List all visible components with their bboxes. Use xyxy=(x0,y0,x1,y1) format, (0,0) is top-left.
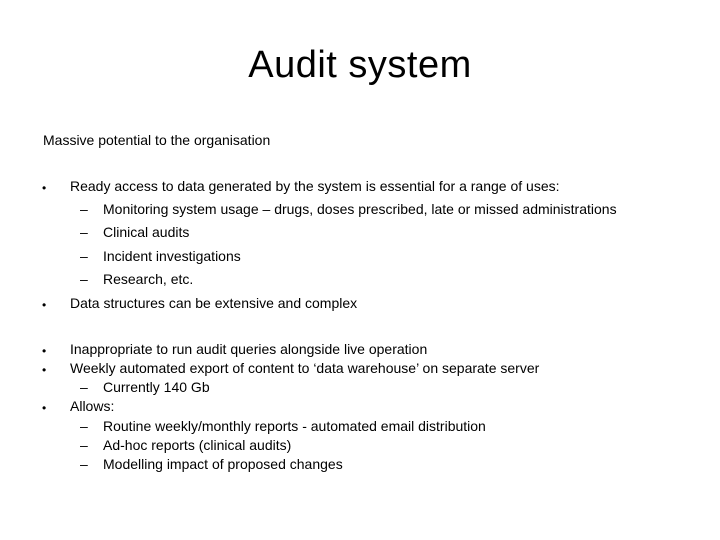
sub-item-text: Modelling impact of proposed changes xyxy=(103,456,343,472)
bullet-icon: • xyxy=(42,298,47,312)
dash-icon: – xyxy=(80,418,88,434)
bullet-text: Ready access to data generated by the sy… xyxy=(70,178,560,194)
sub-item-text: Ad-hoc reports (clinical audits) xyxy=(103,437,292,453)
bullet-icon: • xyxy=(42,181,47,195)
dash-icon: – xyxy=(80,248,88,264)
sub-item-text: Research, etc. xyxy=(103,271,194,287)
intro-text: Massive potential to the organisation xyxy=(43,132,271,148)
dash-icon: – xyxy=(80,456,88,472)
sub-item-text: Monitoring system usage – drugs, doses p… xyxy=(103,201,617,217)
bullet-icon: • xyxy=(42,401,47,415)
dash-icon: – xyxy=(80,271,88,287)
sub-item-text: Incident investigations xyxy=(103,248,241,264)
dash-icon: – xyxy=(80,437,88,453)
sub-item-text: Currently 140 Gb xyxy=(103,379,210,395)
dash-icon: – xyxy=(80,201,88,217)
bullet-icon: • xyxy=(42,363,47,377)
slide-title: Audit system xyxy=(248,44,472,86)
dash-icon: – xyxy=(80,379,88,395)
bullet-text: Allows: xyxy=(70,398,115,414)
sub-item-text: Clinical audits xyxy=(103,224,190,240)
dash-icon: – xyxy=(80,224,88,240)
bullet-text: Data structures can be extensive and com… xyxy=(70,295,358,311)
bullet-icon: • xyxy=(42,344,47,358)
sub-item-text: Routine weekly/monthly reports - automat… xyxy=(103,418,486,434)
bullet-text: Weekly automated export of content to ‘d… xyxy=(70,360,540,376)
bullet-text: Inappropriate to run audit queries along… xyxy=(70,341,428,357)
